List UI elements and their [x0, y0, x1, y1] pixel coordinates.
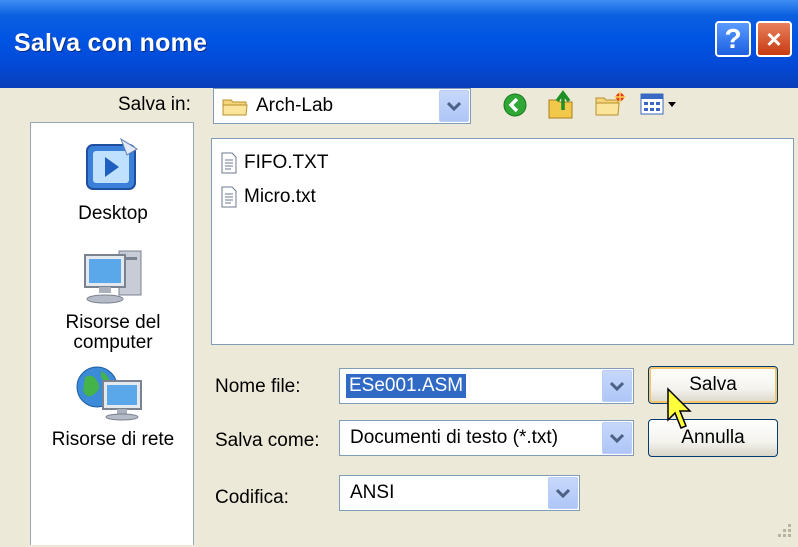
save-as-label: Salva come:	[215, 430, 320, 451]
place-my-computer-label: Risorse del computer	[65, 312, 161, 353]
place-desktop[interactable]: Desktop	[31, 135, 195, 235]
text-file-icon	[221, 152, 237, 174]
up-folder-icon[interactable]	[546, 88, 576, 125]
file-list[interactable]: FIFO.TXT Micro.txt	[211, 138, 794, 345]
back-icon[interactable]	[502, 92, 528, 123]
window-title: Salva con nome	[14, 29, 208, 57]
resize-grip-icon[interactable]	[770, 520, 794, 547]
save-as-dropdown[interactable]: Documenti di testo (*.txt)	[339, 420, 634, 456]
folder-icon	[222, 96, 248, 121]
file-name: FIFO.TXT	[244, 152, 329, 173]
filename-input[interactable]: ESe001.ASM	[339, 368, 634, 404]
save-in-label: Salva in:	[118, 94, 191, 115]
places-bar: Desktop Risorse del computer Risorse di …	[30, 122, 194, 545]
filename-label: Nome file:	[215, 376, 301, 397]
chevron-down-icon	[610, 381, 624, 391]
chevron-down-icon	[447, 101, 461, 111]
place-network[interactable]: Risorse di rete	[31, 359, 195, 459]
mouse-cursor-icon	[665, 386, 695, 437]
close-button[interactable]: ×	[756, 21, 792, 57]
chevron-down-icon	[610, 433, 624, 443]
title-bar: Salva con nome ? ×	[0, 0, 798, 88]
filename-value: ESe001.ASM	[346, 374, 467, 398]
encoding-dropdown[interactable]: ANSI	[339, 475, 580, 511]
save-as-dropdown-button[interactable]	[602, 422, 632, 454]
view-menu-icon[interactable]	[640, 93, 680, 122]
help-button[interactable]: ?	[715, 21, 751, 57]
my-computer-icon	[79, 247, 149, 314]
place-desktop-label: Desktop	[78, 203, 148, 224]
file-name: Micro.txt	[244, 186, 316, 207]
chevron-down-icon	[556, 488, 570, 498]
encoding-label: Codifica:	[215, 487, 289, 508]
list-item[interactable]: FIFO.TXT	[220, 151, 328, 175]
save-in-dropdown[interactable]: Arch-Lab	[213, 88, 471, 124]
place-my-computer[interactable]: Risorse del computer	[31, 241, 195, 353]
new-folder-icon[interactable]	[594, 90, 626, 123]
network-icon	[73, 361, 149, 428]
place-network-label: Risorse di rete	[51, 429, 175, 450]
encoding-value: ANSI	[350, 482, 395, 503]
save-in-dropdown-button[interactable]	[439, 90, 469, 122]
desktop-icon	[81, 135, 145, 202]
list-item[interactable]: Micro.txt	[220, 185, 316, 209]
filename-dropdown-button[interactable]	[602, 370, 632, 402]
text-file-icon	[221, 186, 237, 208]
save-as-value: Documenti di testo (*.txt)	[350, 427, 559, 448]
encoding-dropdown-button[interactable]	[548, 477, 578, 509]
save-in-value: Arch-Lab	[256, 95, 334, 116]
